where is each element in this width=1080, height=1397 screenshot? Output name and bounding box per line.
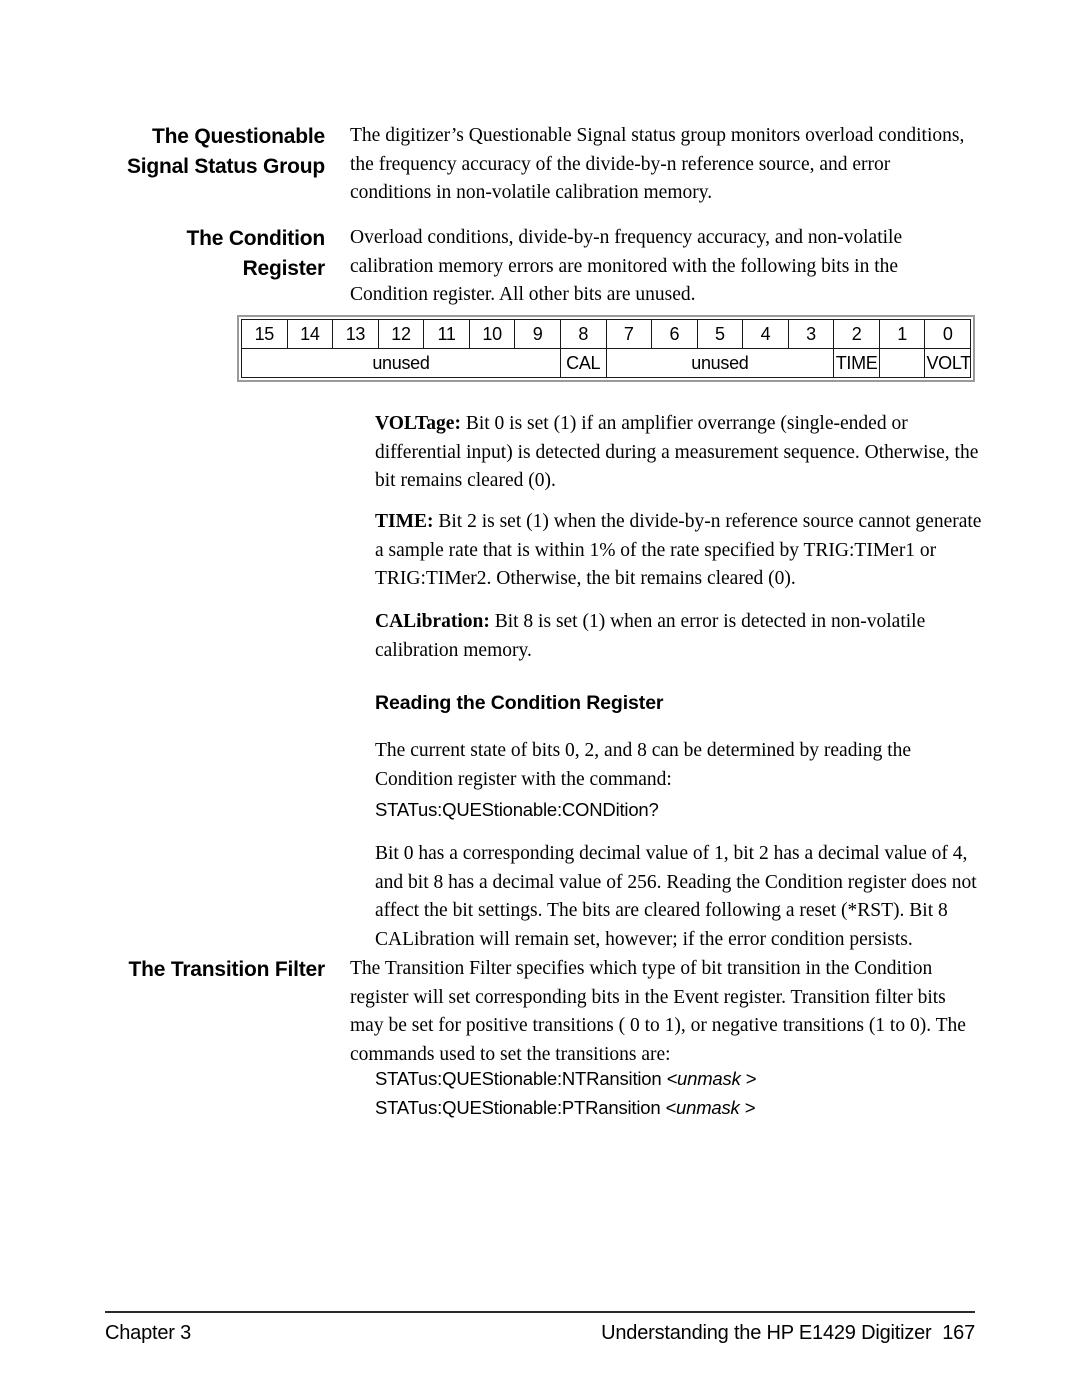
bit-cell: 7 [605,319,653,349]
bit-cell: 3 [787,319,835,349]
command-ptransition-argument: <unmask > [665,1097,756,1118]
condition-register-paragraph: Overload conditions, divide-by-n frequen… [350,227,903,305]
bit-cell: 12 [377,319,425,349]
bit-name-cell-unused-mid: unused [605,348,835,378]
bit-name-cell-cal: CAL [559,348,607,378]
command-ntransition-argument: <unmask > [666,1068,757,1089]
footer-divider [105,1311,975,1313]
register-table: 15 14 13 12 11 10 9 8 7 6 5 4 3 2 1 0 un… [241,319,971,378]
section-transition-filter: The Transition Filter The Transition Fil… [105,955,975,1069]
bit-cell: 4 [742,319,789,349]
bit-cell: 11 [423,319,470,349]
bit-name-cell-volt: VOLT [924,348,971,378]
bit-name-cell-time: TIME [833,348,880,378]
command-ptransition-prefix: STATus:QUEStionable:PTRansition [375,1097,666,1118]
page-footer: Chapter 3 Understanding the HP E1429 Dig… [105,1322,975,1345]
command-ntransition-prefix: STATus:QUEStionable:NTRansition [375,1068,667,1089]
command-status-questionable-ntransition: STATus:QUEStionable:NTRansition <unmask … [375,1064,756,1093]
section-heading: The Questionable Signal Status Group [105,122,350,182]
bit-cell: 13 [332,319,379,349]
bit-cell: 15 [241,319,288,349]
reading-condition-register-paragraph-2: Bit 0 has a corresponding decimal value … [375,843,977,950]
section-intro-paragraph: The digitizer’s Questionable Signal stat… [350,125,965,203]
table-row-bit-numbers: 15 14 13 12 11 10 9 8 7 6 5 4 3 2 1 0 [241,319,971,349]
bit-name-cell-empty [878,348,926,378]
bit-cell: 9 [514,319,561,349]
bit-cell: 6 [651,319,698,349]
footer-title-and-page-number: Understanding the HP E1429 Digitizer 167 [601,1322,975,1344]
condition-register-heading: The Condition Register [186,227,325,280]
transition-filter-paragraph: The Transition Filter specifies which ty… [350,958,966,1065]
document-page: The Questionable Signal Status Group The… [0,0,1080,1397]
bit-cell: 2 [833,319,880,349]
bit-cell: 5 [696,319,744,349]
bit-definition-time-lead: TIME: [375,511,434,532]
reading-condition-register-paragraph-1: The current state of bits 0, 2, and 8 ca… [375,740,912,790]
bit-name-cell-unused-high: unused [241,348,561,378]
bit-cell: 0 [924,319,971,349]
footer-chapter-label: Chapter 3 [105,1322,192,1344]
bit-cell: 1 [878,319,926,349]
table-row-bit-names: unused CAL unused TIME VOLT [241,348,971,378]
reading-condition-register-subheading: Reading the Condition Register [375,692,664,714]
bit-definition-time-text: Bit 2 is set (1) when the divide-by-n re… [375,511,982,589]
bit-definition-voltage-text: Bit 0 is set (1) if an amplifier overran… [375,413,979,491]
section-condition-register: The Condition Register Overload conditio… [105,224,975,310]
transition-filter-heading: The Transition Filter [128,958,326,981]
command-status-questionable-ptransition: STATus:QUEStionable:PTRansition <unmask … [375,1093,755,1122]
condition-register-bitmap-table: 15 14 13 12 11 10 9 8 7 6 5 4 3 2 1 0 un… [237,315,975,382]
section-heading-line-1: The Questionable [152,125,325,148]
bit-cell: 8 [559,319,607,349]
command-status-questionable-condition: STATus:QUEStionable:CONDition? [375,799,659,820]
bit-definition-calibration-lead: CALibration: [375,611,490,632]
bit-cell: 10 [468,319,516,349]
bit-definition-calibration: CALibration: Bit 8 is set (1) when an er… [375,608,985,665]
section-questionable-signal-status-group: The Questionable Signal Status Group The… [105,122,975,208]
bit-definition-voltage: VOLTage: Bit 0 is set (1) if an amplifie… [375,410,985,496]
bit-definition-time: TIME: Bit 2 is set (1) when the divide-b… [375,508,985,594]
bit-cell: 14 [286,319,334,349]
bit-definition-voltage-lead: VOLTage: [375,413,461,434]
section-heading-line-2: Signal Status Group [126,155,325,178]
